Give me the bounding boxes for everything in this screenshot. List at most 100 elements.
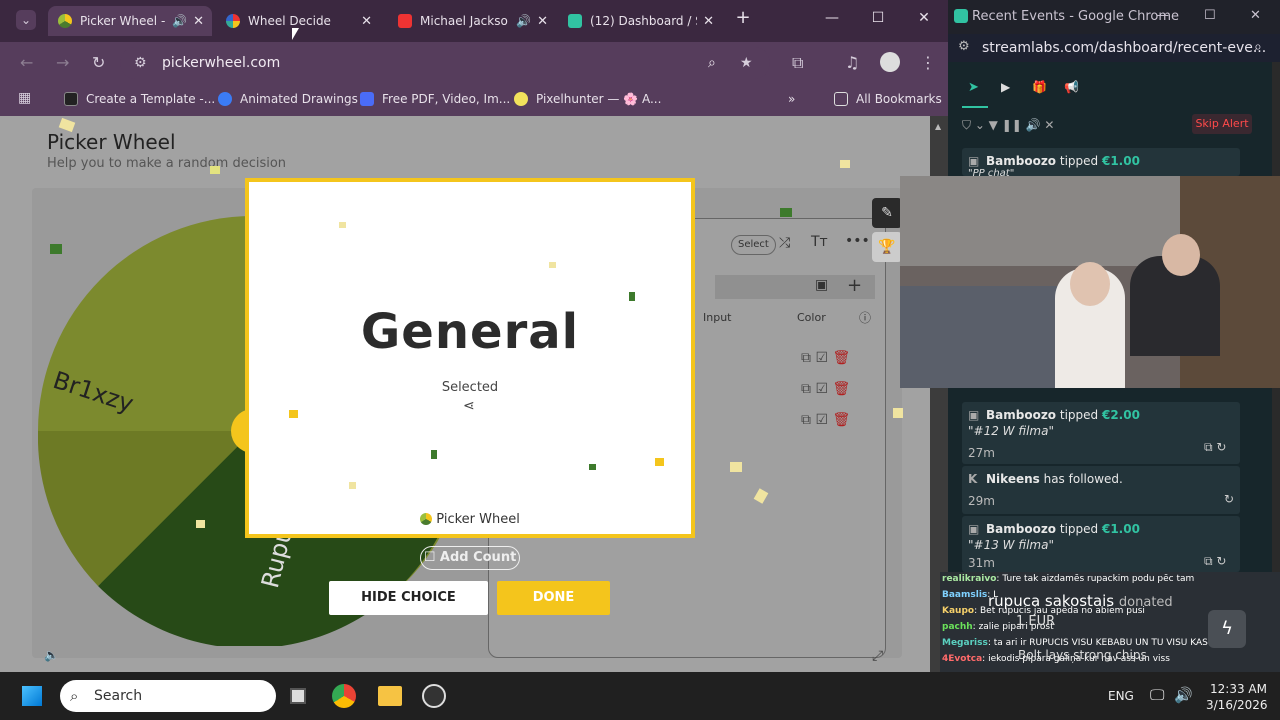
media-icon[interactable]: ♫ xyxy=(845,53,859,72)
bookmark-label: Pixelhunter — 🌸 A... xyxy=(536,92,662,106)
shuffle-icon[interactable]: ⤮ xyxy=(779,235,790,251)
taskbar-search[interactable]: ⌕ Search xyxy=(60,680,276,712)
obs-icon[interactable] xyxy=(422,684,446,708)
tab-dashboard[interactable]: (12) Dashboard / S ✕ xyxy=(558,6,722,36)
event-card[interactable]: K Nikeens has followed. 29m ↻ xyxy=(962,466,1240,514)
bookmark-label: All Bookmarks xyxy=(856,92,942,106)
more-bookmarks-icon[interactable]: » xyxy=(788,92,795,106)
done-button[interactable]: DONE xyxy=(497,581,610,615)
bookmark-star-icon[interactable]: ★ xyxy=(740,47,753,79)
minimize-icon[interactable]: — xyxy=(1156,8,1169,23)
send-icon[interactable]: ➤ xyxy=(968,80,979,95)
close-icon[interactable]: ✕ xyxy=(193,14,204,29)
chat-user: 4Evotca xyxy=(942,654,983,664)
lightning-icon[interactable]: ϟ xyxy=(1208,610,1246,648)
event-card[interactable]: ▣ Bamboozo tipped €1.00 "#13 W filma" 31… xyxy=(962,516,1240,572)
chat-user: pachh xyxy=(942,622,973,632)
bookmark-4[interactable]: Pixelhunter — 🌸 A... xyxy=(514,92,661,106)
bookmark-2[interactable]: Animated Drawings xyxy=(218,92,358,106)
network-icon[interactable]: 🖵 xyxy=(1150,686,1164,704)
event-amount: €1.00 xyxy=(1101,154,1140,168)
gift-icon[interactable]: 🎁 xyxy=(1032,80,1047,94)
donation-amount: 1 EUR xyxy=(1016,614,1056,629)
clock-date[interactable]: 3/16/2026 xyxy=(1206,698,1268,712)
bookmark-label: Animated Drawings xyxy=(240,92,358,106)
event-time: 29m xyxy=(968,494,995,508)
maximize-icon[interactable]: ☐ xyxy=(1204,8,1216,23)
extensions-icon[interactable]: ⧉ xyxy=(792,53,803,73)
scroll-up-icon[interactable]: ▲ xyxy=(935,122,941,131)
file-explorer-icon[interactable] xyxy=(378,686,402,706)
windows-start-icon[interactable] xyxy=(22,686,42,706)
filter-toolbar-icons[interactable]: ⛉ ⌄ ▼ ❚❚ 🔊 ✕ xyxy=(962,118,1054,133)
page-subtitle: Help you to make a random decision xyxy=(47,156,287,171)
replay-icon[interactable]: ⧉ ↻ xyxy=(1204,440,1226,455)
edit-icon[interactable]: ✎ xyxy=(872,198,902,228)
chat-user: realikraivo xyxy=(942,574,997,584)
replay-icon[interactable]: ↻ xyxy=(1224,492,1234,506)
reload-icon[interactable]: ↻ xyxy=(92,53,105,72)
forward-icon[interactable]: → xyxy=(56,53,69,72)
volume-icon[interactable]: 🔊 xyxy=(1174,686,1193,704)
add-count-button[interactable]: ☐ Add Count xyxy=(420,546,520,570)
skip-alert-button[interactable]: Skip Alert xyxy=(1192,114,1252,134)
search-icon[interactable]: ⌕ xyxy=(1254,39,1262,55)
profile-avatar[interactable] xyxy=(880,52,900,72)
apps-grid-icon[interactable]: ▦ xyxy=(18,90,31,106)
clock-time[interactable]: 12:33 AM xyxy=(1210,682,1267,696)
close-icon[interactable]: ✕ xyxy=(537,14,548,29)
share-icon[interactable]: ⋖ xyxy=(463,398,475,414)
all-bookmarks[interactable]: All Bookmarks xyxy=(834,92,942,106)
sound-icon[interactable]: 🔈 xyxy=(44,648,59,662)
address-bar[interactable]: ⚙ pickerwheel.com ⌕ ★ xyxy=(120,47,770,79)
tab-title: Michael Jackso xyxy=(420,14,508,28)
close-icon[interactable]: ✕ xyxy=(361,14,372,29)
back-icon[interactable]: ← xyxy=(20,53,33,72)
tab-youtube[interactable]: Michael Jackso 🔊 ✕ xyxy=(388,6,556,36)
page-title: Picker Wheel xyxy=(47,130,176,154)
window-close-icon[interactable]: ✕ xyxy=(914,10,934,26)
text-size-icon[interactable]: Tт xyxy=(811,234,828,250)
address-bar[interactable]: ⚙ streamlabs.com/dashboard/recent-eve...… xyxy=(948,34,1280,62)
more-icon[interactable]: ••• xyxy=(845,233,870,249)
trophy-icon[interactable]: 🏆 xyxy=(872,232,902,262)
minimize-icon[interactable]: — xyxy=(822,10,842,26)
site-info-icon[interactable]: ⚙ xyxy=(134,47,147,79)
tab-search-icon[interactable]: ⌄ xyxy=(16,10,36,30)
result-text: General xyxy=(360,304,580,360)
site-info-icon[interactable]: ⚙ xyxy=(958,39,970,54)
hide-choice-button[interactable]: HIDE CHOICE xyxy=(329,581,488,615)
speaker-icon: 🔊 xyxy=(516,14,532,28)
bookmark-1[interactable]: Create a Template -... xyxy=(64,92,215,106)
select-button[interactable]: Select xyxy=(731,235,776,255)
tab-picker-wheel[interactable]: Picker Wheel - 🔊 ✕ xyxy=(48,6,212,36)
menu-icon[interactable]: ⋮ xyxy=(920,53,936,72)
bookmark-label: Create a Template -... xyxy=(86,92,216,106)
video-icon[interactable]: ▶ xyxy=(1001,80,1010,94)
window-close-icon[interactable]: ✕ xyxy=(1250,8,1261,23)
add-icon[interactable]: + xyxy=(847,275,862,296)
language-indicator[interactable]: ENG xyxy=(1108,689,1134,703)
brand-text: Picker Wheel xyxy=(436,512,520,527)
taskbar: ⌕ Search ENG 🖵 🔊 12:33 AM 3/16/2026 xyxy=(0,672,1280,720)
info-icon[interactable]: ⓘ xyxy=(859,309,871,326)
new-tab-icon[interactable]: + xyxy=(733,7,753,28)
replay-icon[interactable]: ⧉ ↻ xyxy=(1204,554,1226,569)
task-view-icon[interactable] xyxy=(290,688,306,704)
zoom-icon[interactable]: ⌕ xyxy=(708,47,716,79)
event-card[interactable]: ▣ Bamboozo tipped €2.00 "#12 W filma" 27… xyxy=(962,402,1240,464)
tab-strip: ⌄ Picker Wheel - 🔊 ✕ Wheel Decide ✕ Mich… xyxy=(0,0,948,42)
megaphone-icon[interactable]: 📢 xyxy=(1064,80,1079,94)
maximize-icon[interactable]: ☐ xyxy=(868,10,888,26)
entry-actions[interactable]: ⧉ ☑ 🗑 ⧉ ☑ 🗑 ⧉ ☑ 🗑 xyxy=(801,343,850,436)
fullscreen-icon[interactable]: ⤢ xyxy=(872,648,883,664)
bookmark-3[interactable]: Free PDF, Video, Im... xyxy=(360,92,510,106)
close-icon[interactable]: ✕ xyxy=(703,14,714,29)
image-icon[interactable]: ▣ xyxy=(815,277,828,293)
chrome-icon[interactable] xyxy=(332,684,356,708)
canva-icon xyxy=(64,92,78,106)
streamlabs-icon xyxy=(568,14,582,28)
webcam-face-1 xyxy=(1070,262,1110,306)
event-card[interactable]: ▣ Bamboozo tipped €1.00 "PP chat" xyxy=(962,148,1240,179)
confetti xyxy=(840,160,850,168)
